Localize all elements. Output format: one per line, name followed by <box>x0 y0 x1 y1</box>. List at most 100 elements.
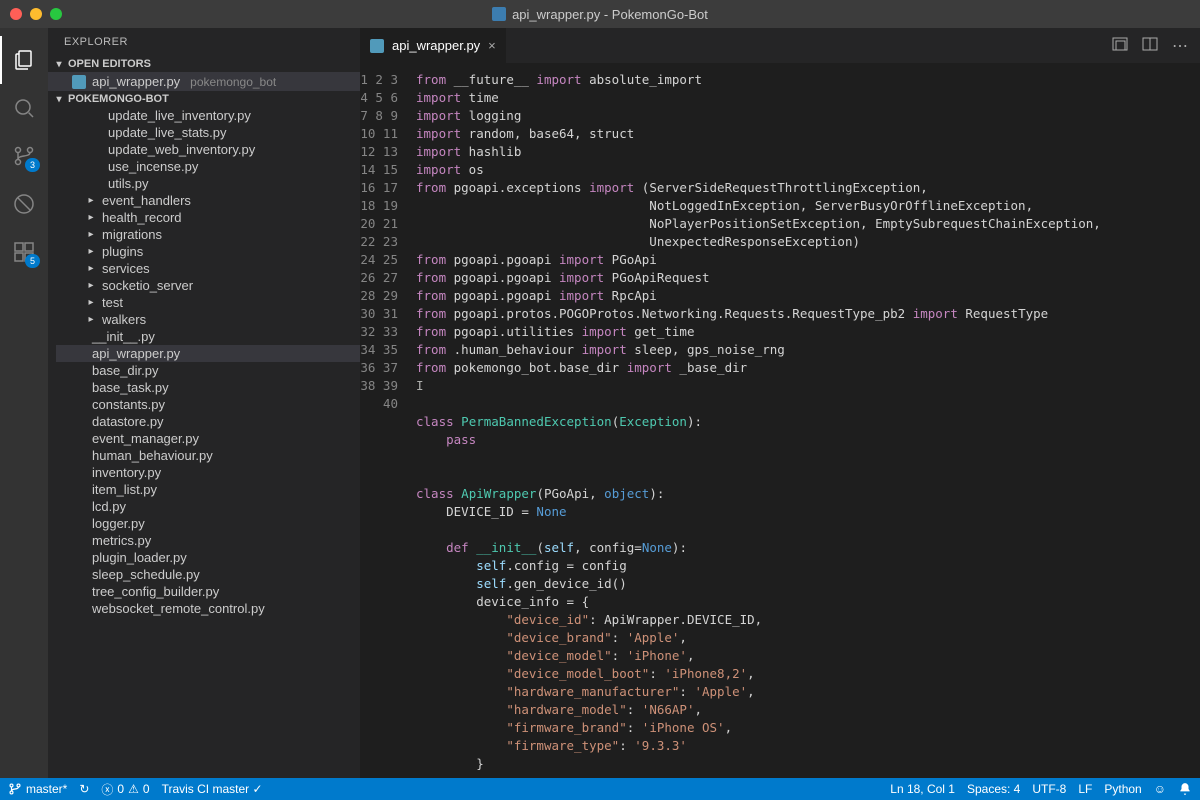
python-file-icon <box>72 75 86 89</box>
cursor-position-status[interactable]: Ln 18, Col 1 <box>890 782 955 796</box>
file-name: api_wrapper.py <box>92 346 180 361</box>
indentation-status[interactable]: Spaces: 4 <box>967 782 1020 796</box>
file-name: migrations <box>102 227 162 242</box>
scm-activity[interactable]: 3 <box>0 132 48 180</box>
window-title: api_wrapper.py - PokemonGo-Bot <box>492 7 708 22</box>
window-controls <box>10 8 62 20</box>
file-name: plugins <box>102 244 143 259</box>
folder-item[interactable]: ▸ test <box>56 294 360 311</box>
file-item[interactable]: inventory.py <box>56 464 360 481</box>
split-editor-icon[interactable] <box>1112 36 1128 56</box>
project-header[interactable]: ▾ POKEMONGO-BOT <box>48 91 360 107</box>
file-item[interactable]: utils.py <box>56 175 360 192</box>
folder-item[interactable]: ▸ event_handlers <box>56 192 360 209</box>
file-item[interactable]: api_wrapper.py <box>56 345 360 362</box>
feedback-status[interactable]: ☺ <box>1154 782 1166 796</box>
zoom-window-button[interactable] <box>50 8 62 20</box>
warning-count: 0 <box>143 782 150 796</box>
chevron-right-icon: ▸ <box>84 195 98 206</box>
file-item[interactable]: lcd.py <box>56 498 360 515</box>
debug-activity[interactable] <box>0 180 48 228</box>
sync-icon: ↻ <box>79 782 89 796</box>
file-item[interactable]: tree_config_builder.py <box>56 583 360 600</box>
file-name: item_list.py <box>92 482 157 497</box>
minimize-window-button[interactable] <box>30 8 42 20</box>
line-numbers: 1 2 3 4 5 6 7 8 9 10 11 12 13 14 15 16 1… <box>360 63 416 778</box>
file-item[interactable]: logger.py <box>56 515 360 532</box>
extensions-activity[interactable]: 5 <box>0 228 48 276</box>
file-name: event_manager.py <box>92 431 199 446</box>
extensions-badge: 5 <box>25 254 40 268</box>
explorer-activity[interactable] <box>0 36 48 84</box>
file-name: base_dir.py <box>92 363 159 378</box>
search-activity[interactable] <box>0 84 48 132</box>
folder-item[interactable]: ▸services <box>56 260 360 277</box>
file-item[interactable]: update_web_inventory.py <box>56 141 360 158</box>
error-icon: ⓧ <box>101 781 113 798</box>
file-name: inventory.py <box>92 465 161 480</box>
problems-status[interactable]: ⓧ 0 ⚠ 0 <box>101 781 149 798</box>
file-item[interactable]: plugin_loader.py <box>56 549 360 566</box>
file-item[interactable]: datastore.py <box>56 413 360 430</box>
chevron-right-icon: ▸ <box>84 263 98 274</box>
file-item[interactable]: constants.py <box>56 396 360 413</box>
folder-item[interactable]: ▸ walkers <box>56 311 360 328</box>
editor-area: api_wrapper.py × ⋯ 1 2 3 4 5 6 7 8 9 10 … <box>360 28 1200 778</box>
file-name: human_behaviour.py <box>92 448 213 463</box>
scm-badge: 3 <box>25 158 40 172</box>
eol-status[interactable]: LF <box>1078 782 1092 796</box>
sync-status[interactable]: ↻ <box>79 782 89 796</box>
open-editors-header[interactable]: ▾ OPEN EDITORS <box>48 56 360 72</box>
file-item[interactable]: human_behaviour.py <box>56 447 360 464</box>
file-name: constants.py <box>92 397 165 412</box>
tab-api-wrapper[interactable]: api_wrapper.py × <box>360 28 506 63</box>
file-item[interactable]: update_live_inventory.py <box>56 107 360 124</box>
file-item[interactable]: update_live_stats.py <box>56 124 360 141</box>
folder-item[interactable]: ▸socketio_server <box>56 277 360 294</box>
window-title-text: api_wrapper.py - PokemonGo-Bot <box>512 7 708 22</box>
chevron-right-icon: ▸ <box>84 297 98 308</box>
file-name: update_live_inventory.py <box>108 108 251 123</box>
code-content[interactable]: from __future__ import absolute_import i… <box>416 63 1200 778</box>
folder-item[interactable]: ▸migrations <box>56 226 360 243</box>
split-right-icon[interactable] <box>1142 36 1158 56</box>
tab-label: api_wrapper.py <box>392 38 480 53</box>
file-item[interactable]: websocket_remote_control.py <box>56 600 360 617</box>
folder-item[interactable]: ▸health_record <box>56 209 360 226</box>
encoding-status[interactable]: UTF-8 <box>1032 782 1066 796</box>
travis-status[interactable]: Travis CI master ✓ <box>162 782 263 796</box>
file-name: lcd.py <box>92 499 126 514</box>
git-branch-status[interactable]: master* <box>8 782 67 796</box>
language-status[interactable]: Python <box>1104 782 1141 796</box>
explorer-sidebar: EXPLORER ▾ OPEN EDITORS api_wrapper.py p… <box>48 28 360 778</box>
file-name: walkers <box>102 312 146 327</box>
file-item[interactable]: metrics.py <box>56 532 360 549</box>
close-tab-icon[interactable]: × <box>488 38 496 53</box>
travis-label: Travis CI master ✓ <box>162 782 263 796</box>
sidebar-title: EXPLORER <box>48 28 360 56</box>
notifications-status[interactable] <box>1178 782 1192 796</box>
file-name: __init__.py <box>92 329 155 344</box>
close-window-button[interactable] <box>10 8 22 20</box>
open-editor-filename: api_wrapper.py <box>92 74 180 89</box>
file-item[interactable]: item_list.py <box>56 481 360 498</box>
file-name: event_handlers <box>102 193 191 208</box>
file-name: test <box>102 295 123 310</box>
file-item[interactable]: event_manager.py <box>56 430 360 447</box>
file-item[interactable]: base_task.py <box>56 379 360 396</box>
python-file-icon <box>492 7 506 21</box>
warning-icon: ⚠ <box>128 782 139 796</box>
folder-item[interactable]: ▸plugins <box>56 243 360 260</box>
chevron-right-icon: ▸ <box>84 314 98 325</box>
file-item[interactable]: __init__.py <box>56 328 360 345</box>
more-actions-icon[interactable]: ⋯ <box>1172 36 1188 56</box>
open-editor-item[interactable]: api_wrapper.py pokemongo_bot <box>48 72 360 91</box>
chevron-down-icon: ▾ <box>52 94 66 105</box>
file-item[interactable]: use_incense.py <box>56 158 360 175</box>
file-item[interactable]: base_dir.py <box>56 362 360 379</box>
file-tree[interactable]: update_live_inventory.pyupdate_live_stat… <box>48 107 360 778</box>
file-name: socketio_server <box>102 278 193 293</box>
file-item[interactable]: sleep_schedule.py <box>56 566 360 583</box>
editor-body[interactable]: 1 2 3 4 5 6 7 8 9 10 11 12 13 14 15 16 1… <box>360 63 1200 778</box>
git-branch-icon <box>8 782 22 796</box>
